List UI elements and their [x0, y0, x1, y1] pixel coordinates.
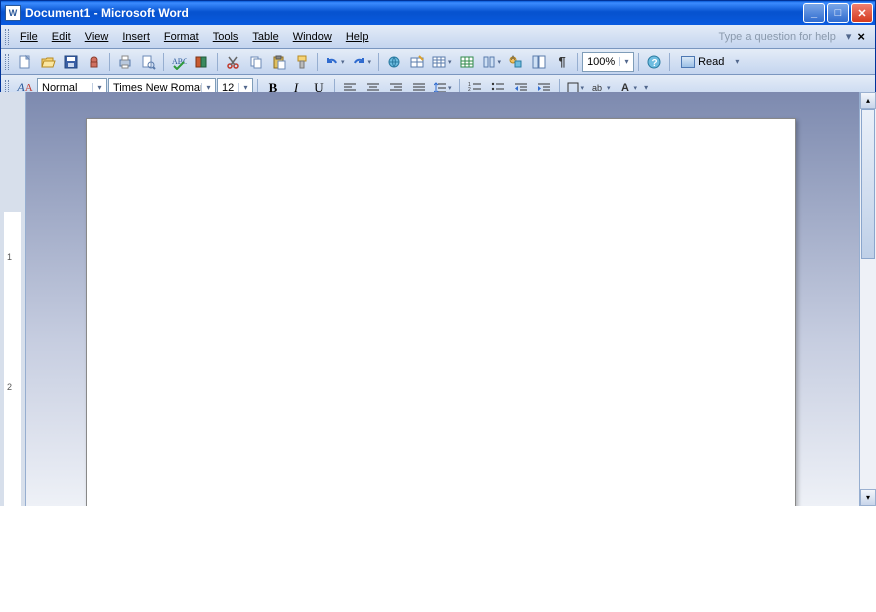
chevron-down-icon: ▾ [201, 83, 215, 92]
zoom-combo[interactable]: 100% ▾ [582, 52, 634, 72]
columns-button[interactable] [479, 51, 505, 73]
svg-text:ABC: ABC [172, 57, 187, 66]
document-map-button[interactable] [528, 51, 550, 73]
separator [163, 53, 164, 71]
read-button[interactable]: Read [674, 51, 731, 73]
redo-button[interactable] [349, 51, 375, 73]
vertical-scrollbar[interactable]: ▴ ▾ [859, 92, 876, 506]
chevron-down-icon: ▾ [238, 83, 252, 92]
open-button[interactable] [37, 51, 59, 73]
menu-file[interactable]: File [13, 28, 45, 46]
copy-button[interactable] [245, 51, 267, 73]
separator [577, 53, 578, 71]
save-button[interactable] [60, 51, 82, 73]
window-close-button[interactable]: ✕ [851, 3, 873, 23]
spelling-button[interactable]: ABC [168, 51, 190, 73]
svg-text:?: ? [652, 58, 658, 69]
separator [109, 53, 110, 71]
insert-hyperlink-button[interactable] [383, 51, 405, 73]
format-painter-button[interactable] [291, 51, 313, 73]
toolbar-handle[interactable] [5, 54, 9, 70]
new-document-button[interactable] [14, 51, 36, 73]
cut-button[interactable] [222, 51, 244, 73]
scroll-thumb[interactable] [861, 109, 875, 259]
book-icon [681, 56, 695, 68]
separator [638, 53, 639, 71]
menu-view[interactable]: View [78, 28, 116, 46]
separator [669, 53, 670, 71]
undo-button[interactable] [322, 51, 348, 73]
print-preview-button[interactable] [137, 51, 159, 73]
menu-tools[interactable]: Tools [206, 28, 246, 46]
scroll-track[interactable] [860, 109, 876, 489]
ask-help-input[interactable]: Type a question for help [712, 29, 841, 45]
menu-bar: File Edit View Insert Format Tools Table… [1, 25, 875, 49]
menu-table[interactable]: Table [245, 28, 285, 46]
tables-borders-button[interactable] [406, 51, 428, 73]
document-area: 1 2 ▴ ▾ [0, 92, 876, 506]
menu-help[interactable]: Help [339, 28, 376, 46]
page[interactable] [86, 118, 796, 506]
permission-button[interactable] [83, 51, 105, 73]
scroll-down-button[interactable]: ▾ [860, 489, 876, 506]
chevron-down-icon: ▾ [619, 57, 633, 66]
menu-insert[interactable]: Insert [115, 28, 157, 46]
menu-edit[interactable]: Edit [45, 28, 78, 46]
toolbar-options-icon[interactable]: ▾ [644, 83, 648, 92]
app-icon: W [5, 5, 21, 21]
drawing-button[interactable]: A [505, 51, 527, 73]
ask-help-dropdown[interactable]: ▾ [846, 30, 852, 43]
svg-text:ab: ab [592, 83, 602, 93]
zoom-value: 100% [583, 56, 619, 68]
paste-button[interactable] [268, 51, 290, 73]
show-hide-button[interactable]: ¶ [551, 51, 573, 73]
document-canvas[interactable] [26, 92, 859, 506]
menu-format[interactable]: Format [157, 28, 206, 46]
toolbar-options-icon[interactable]: ▾ [735, 57, 739, 66]
separator [378, 53, 379, 71]
chevron-down-icon: ▾ [92, 83, 106, 92]
maximize-button[interactable]: □ [827, 3, 849, 23]
help-button[interactable]: ? [643, 51, 665, 73]
scroll-up-button[interactable]: ▴ [860, 92, 876, 109]
separator [217, 53, 218, 71]
print-button[interactable] [114, 51, 136, 73]
menu-window[interactable]: Window [286, 28, 339, 46]
insert-worksheet-button[interactable] [456, 51, 478, 73]
window-title: Document1 - Microsoft Word [25, 6, 189, 20]
vertical-ruler[interactable]: 1 2 [0, 92, 26, 506]
insert-table-button[interactable] [429, 51, 455, 73]
minimize-button[interactable]: _ [803, 3, 825, 23]
svg-text:A: A [511, 56, 515, 62]
standard-toolbar: ABC A ¶ 100% ▾ ? Read ▾ [1, 49, 875, 75]
title-bar: W Document1 - Microsoft Word _ □ ✕ [1, 1, 875, 25]
toolbar-handle[interactable] [5, 29, 9, 45]
research-button[interactable] [191, 51, 213, 73]
separator [317, 53, 318, 71]
read-label: Read [698, 56, 724, 68]
document-close-button[interactable]: × [857, 29, 865, 44]
